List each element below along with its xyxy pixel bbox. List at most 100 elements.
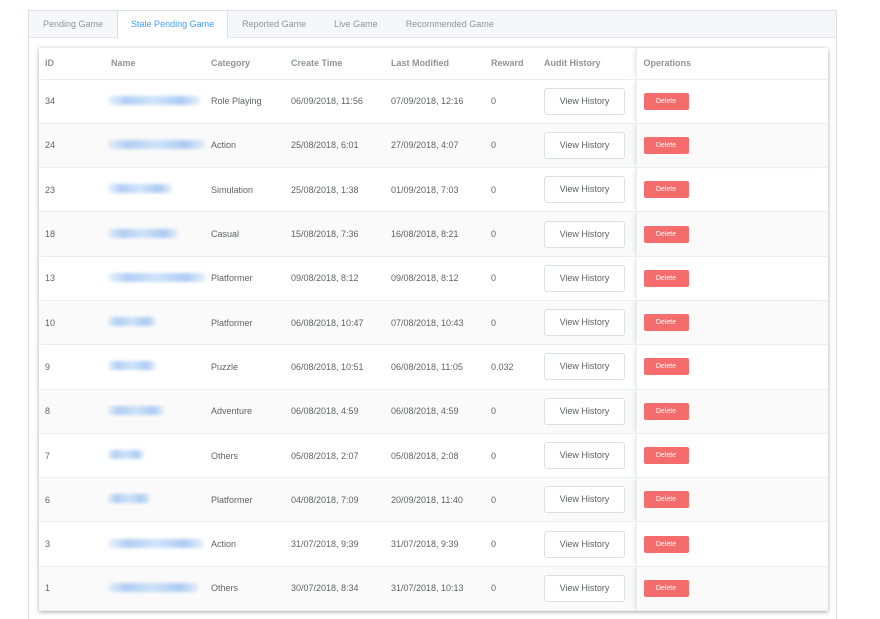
view-history-button[interactable]: View History bbox=[544, 530, 625, 558]
view-history-button[interactable]: View History bbox=[544, 397, 625, 425]
delete-button[interactable]: Delete bbox=[643, 269, 689, 287]
cell-reward: 0 bbox=[485, 79, 538, 124]
cell-category: Action bbox=[205, 521, 285, 567]
cell-category: Action bbox=[205, 123, 285, 169]
cell-id: 6 bbox=[39, 477, 105, 523]
cell-category: Platformer bbox=[205, 477, 285, 523]
view-history-button[interactable]: View History bbox=[544, 353, 625, 381]
view-history-button[interactable]: View History bbox=[544, 264, 625, 292]
cell-name[interactable] bbox=[105, 389, 205, 434]
view-history-button[interactable]: View History bbox=[544, 220, 625, 248]
delete-button[interactable]: Delete bbox=[643, 314, 689, 332]
cell-create-time: 09/08/2018, 8:12 bbox=[285, 256, 385, 301]
cell-id: 23 bbox=[39, 167, 105, 213]
cell-id: 9 bbox=[39, 344, 105, 390]
view-history-button[interactable]: View History bbox=[544, 442, 625, 470]
cell-audit-history: View History bbox=[538, 566, 636, 612]
table-header-row: ID Name Category Create Time Last Modifi… bbox=[39, 48, 828, 80]
delete-button[interactable]: Delete bbox=[643, 358, 689, 376]
table-row: 7 Others 05/08/2018, 2:07 05/08/2018, 2:08 0… bbox=[39, 433, 828, 479]
tab-live-game[interactable]: Live Game bbox=[320, 11, 392, 37]
cell-id: 34 bbox=[39, 79, 105, 124]
cell-last-modified: 06/08/2018, 4:59 bbox=[385, 389, 485, 434]
scrollbar-track[interactable] bbox=[836, 10, 852, 619]
cell-audit-history: View History bbox=[538, 123, 636, 169]
cell-id: 1 bbox=[39, 566, 105, 612]
cell-audit-history: View History bbox=[538, 344, 636, 390]
view-history-button[interactable]: View History bbox=[544, 131, 625, 159]
cell-reward: 0 bbox=[485, 211, 538, 257]
tab-pending-game[interactable]: Pending Game bbox=[29, 11, 117, 37]
cell-name[interactable] bbox=[105, 521, 205, 567]
cell-audit-history: View History bbox=[538, 79, 636, 124]
delete-button[interactable]: Delete bbox=[643, 92, 689, 110]
cell-name[interactable] bbox=[105, 433, 205, 479]
cell-name[interactable] bbox=[105, 477, 205, 523]
redacted-game-name bbox=[108, 405, 164, 415]
cell-name[interactable] bbox=[105, 300, 205, 346]
cell-last-modified: 27/09/2018, 4:07 bbox=[385, 123, 485, 169]
cell-name[interactable] bbox=[105, 566, 205, 612]
redacted-game-name bbox=[108, 361, 156, 371]
column-header-operations: Operations bbox=[635, 48, 828, 80]
cell-reward: 0 bbox=[485, 521, 538, 567]
delete-button[interactable]: Delete bbox=[643, 136, 689, 154]
delete-button[interactable]: Delete bbox=[643, 579, 689, 597]
cell-category: Others bbox=[205, 566, 285, 612]
cell-last-modified: 07/08/2018, 10:43 bbox=[385, 300, 485, 346]
table-row: 24 Action 25/08/2018, 6:01 27/09/2018, 4:07… bbox=[39, 123, 828, 169]
tabs-panel: Pending Game Stale Pending Game Reported… bbox=[28, 10, 837, 619]
cell-create-time: 25/08/2018, 1:38 bbox=[285, 167, 385, 213]
cell-operations: Delete bbox=[635, 211, 828, 257]
column-header-id: ID bbox=[39, 48, 105, 80]
cell-name[interactable] bbox=[105, 167, 205, 213]
table-row: 1 Others 30/07/2018, 8:34 31/07/2018, 10:13… bbox=[39, 566, 828, 612]
view-history-button[interactable]: View History bbox=[544, 574, 625, 602]
cell-category: Platformer bbox=[205, 256, 285, 301]
cell-name[interactable] bbox=[105, 344, 205, 390]
cell-operations: Delete bbox=[635, 79, 828, 124]
games-table: ID Name Category Create Time Last Modifi… bbox=[39, 48, 828, 612]
cell-create-time: 06/08/2018, 10:47 bbox=[285, 300, 385, 346]
cell-last-modified: 16/08/2018, 8:21 bbox=[385, 211, 485, 257]
delete-button[interactable]: Delete bbox=[643, 447, 689, 465]
cell-operations: Delete bbox=[635, 123, 828, 169]
cell-name[interactable] bbox=[105, 256, 206, 301]
cell-audit-history: View History bbox=[538, 521, 636, 567]
cell-audit-history: View History bbox=[538, 389, 636, 434]
delete-button[interactable]: Delete bbox=[643, 402, 689, 420]
table-row: 3 Action 31/07/2018, 9:39 31/07/2018, 9:39 0… bbox=[39, 521, 828, 567]
view-history-button[interactable]: View History bbox=[544, 309, 625, 337]
delete-button[interactable]: Delete bbox=[643, 225, 689, 243]
view-history-button[interactable]: View History bbox=[544, 176, 625, 204]
tab-stale-pending-game[interactable]: Stale Pending Game bbox=[117, 11, 229, 38]
tab-recommended-game[interactable]: Recommended Game bbox=[392, 11, 508, 37]
redacted-game-name bbox=[108, 317, 156, 327]
delete-button[interactable]: Delete bbox=[643, 491, 689, 509]
tab-reported-game[interactable]: Reported Game bbox=[228, 11, 320, 37]
cell-name[interactable] bbox=[105, 79, 205, 124]
cell-id: 3 bbox=[39, 521, 105, 567]
cell-last-modified: 31/07/2018, 9:39 bbox=[385, 521, 485, 567]
cell-reward: 0 bbox=[485, 433, 538, 479]
table-row: 13 Platformer 09/08/2018, 8:12 09/08/2018, … bbox=[39, 256, 828, 301]
cell-name[interactable] bbox=[105, 123, 205, 169]
cell-create-time: 30/07/2018, 8:34 bbox=[285, 566, 385, 612]
cell-id: 8 bbox=[39, 389, 105, 434]
table-row: 18 Casual 15/08/2018, 7:36 16/08/2018, 8:21… bbox=[39, 211, 828, 257]
cell-create-time: 15/08/2018, 7:36 bbox=[285, 211, 385, 257]
column-header-last-modified: Last Modified bbox=[385, 48, 485, 80]
cell-reward: 0 bbox=[485, 256, 538, 301]
view-history-button[interactable]: View History bbox=[544, 486, 625, 514]
cell-last-modified: 31/07/2018, 10:13 bbox=[385, 566, 485, 612]
cell-reward: 0 bbox=[485, 389, 538, 434]
cell-name[interactable] bbox=[105, 211, 205, 257]
delete-button[interactable]: Delete bbox=[643, 535, 689, 553]
cell-audit-history: View History bbox=[538, 433, 636, 479]
cell-last-modified: 09/08/2018, 8:12 bbox=[385, 256, 485, 301]
delete-button[interactable]: Delete bbox=[643, 181, 689, 199]
cell-category: Simulation bbox=[205, 167, 285, 213]
cell-category: Adventure bbox=[205, 389, 285, 434]
cell-category: Puzzle bbox=[205, 344, 285, 390]
view-history-button[interactable]: View History bbox=[544, 87, 625, 115]
